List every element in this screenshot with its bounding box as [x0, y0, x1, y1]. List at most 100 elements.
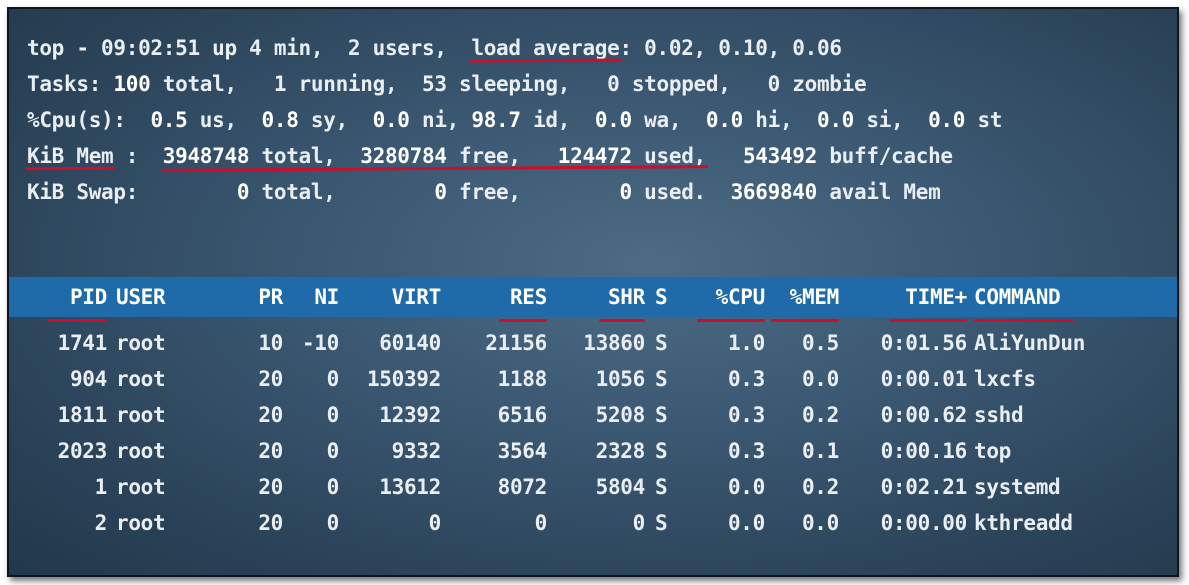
mem-cell: 0.2: [801, 403, 839, 427]
cpu-us: 0.5: [150, 108, 188, 132]
column-header-virt[interactable]: VIRT: [371, 277, 442, 317]
virt-cell: 9332: [391, 439, 442, 463]
column-header-s[interactable]: S: [655, 277, 673, 317]
swap-total: 0: [236, 180, 250, 204]
time-cell: 0:00.16: [880, 439, 968, 463]
pid-cell: 1: [94, 475, 108, 499]
shr-cell: 0: [632, 511, 646, 535]
mem-used-label: used,: [631, 144, 706, 168]
state-cell: S: [655, 367, 668, 391]
res-cell: 8072: [497, 475, 548, 499]
cpu-ni-label: ni,: [409, 108, 472, 132]
top-output: top - 09:02:51 up 4 min, 2 users, load a…: [9, 9, 1177, 575]
command-cell: kthreadd: [974, 511, 1073, 535]
cpu-si-label: si,: [854, 108, 929, 132]
memory-line: KiB Mem : 3948748 total, 3280784 free, 1…: [27, 139, 953, 173]
ni-cell: 0: [326, 475, 340, 499]
state-cell: S: [655, 511, 668, 535]
mem-cell: 0.0: [801, 511, 839, 535]
res-cell: 3564: [497, 439, 548, 463]
column-header-command[interactable]: COMMAND: [974, 277, 1074, 322]
state-cell: S: [655, 331, 668, 355]
cpu-ni: 0.0: [372, 108, 410, 132]
user-cell: root: [116, 331, 166, 355]
cpu-hi-label: hi,: [742, 108, 817, 132]
column-header-shr[interactable]: SHR: [599, 277, 645, 322]
mem-buff: 543492: [742, 144, 817, 168]
user-cell: root: [116, 403, 166, 427]
state-cell: S: [655, 475, 668, 499]
load-average-label: load average: [471, 31, 619, 65]
cpu-us-label: us,: [187, 108, 262, 132]
tasks-total: 100: [113, 72, 151, 96]
swap-free-label: free,: [446, 180, 620, 204]
pr-cell: 10: [258, 331, 283, 355]
column-header-pr[interactable]: PR: [247, 277, 283, 317]
pid-cell: 1741: [57, 331, 108, 355]
swap-free: 0: [434, 180, 447, 204]
res-cell: 0: [534, 511, 548, 535]
command-cell: lxcfs: [974, 367, 1036, 391]
cpu-sy-label: sy,: [298, 108, 373, 132]
cpu-id: 98.7: [471, 108, 521, 132]
column-header-pid[interactable]: PID: [47, 277, 107, 322]
virt-cell: 0: [428, 511, 442, 535]
mem-cell: 0.1: [801, 439, 839, 463]
cpu-cell: 0.3: [727, 439, 765, 463]
process-table-header: PID USER PR NI VIRT RES SHR S %CPU %MEM …: [9, 277, 1177, 322]
res-cell: 6516: [497, 403, 548, 427]
column-header-res[interactable]: RES: [499, 277, 547, 322]
mem-cell: 0.5: [801, 331, 839, 355]
res-cell: 1188: [497, 367, 548, 391]
time-cell: 0:00.01: [880, 367, 968, 391]
mem-cell: 0.2: [801, 475, 839, 499]
cpu-hi: 0.0: [705, 108, 743, 132]
command-cell: systemd: [974, 475, 1061, 499]
command-cell: AliYunDun: [974, 331, 1086, 355]
swap-avail-label: avail Mem: [817, 180, 941, 204]
cpu-st: 0.0: [928, 108, 966, 132]
mem-free-label: free,: [446, 144, 521, 168]
mem-buff-label: buff/cache: [817, 144, 953, 168]
mem-gap: [706, 144, 743, 168]
column-header-mem[interactable]: %MEM: [771, 277, 839, 322]
state-cell: S: [655, 439, 668, 463]
mem-gap: [521, 144, 558, 168]
time-cell: 0:02.21: [880, 475, 968, 499]
pid-cell: 2: [94, 511, 108, 535]
time-cell: 0:00.00: [880, 511, 968, 535]
terminal-window: top - 09:02:51 up 4 min, 2 users, load a…: [7, 7, 1179, 577]
mem-cell: 0.0: [801, 367, 839, 391]
time-cell: 0:01.56: [880, 331, 968, 355]
swap-line: KiB Swap: 0 total, 0 free, 0 used. 36698…: [27, 175, 941, 209]
mem-label: KiB Mem: [27, 139, 114, 173]
swap-label: KiB Swap:: [27, 180, 237, 204]
cpu-wa-label: wa,: [631, 108, 706, 132]
pid-cell: 904: [69, 367, 107, 391]
swap-total-label: total,: [249, 180, 435, 204]
column-header-cpu[interactable]: %CPU: [697, 277, 765, 322]
tasks-line: Tasks: 100 total, 1 running, 53 sleeping…: [27, 67, 867, 101]
load-average-values: : 0.02, 0.10, 0.06: [619, 36, 842, 60]
uptime-line: top - 09:02:51 up 4 min, 2 users, load a…: [27, 31, 842, 65]
ni-cell: 0: [326, 439, 340, 463]
time-cell: 0:00.62: [880, 403, 968, 427]
swap-avail: 3669840: [730, 180, 818, 204]
res-cell: 21156: [485, 331, 547, 355]
mem-free: 3280784: [360, 144, 447, 168]
cpu-wa: 0.0: [594, 108, 632, 132]
uptime-text: top - 09:02:51 up 4 min, 2 users,: [27, 36, 472, 60]
shr-cell: 13860: [583, 331, 645, 355]
mem-total: 3948748: [162, 144, 250, 168]
column-header-time[interactable]: TIME+: [889, 277, 967, 322]
pid-cell: 2023: [57, 439, 108, 463]
column-header-ni[interactable]: NI: [295, 277, 339, 317]
column-header-user[interactable]: USER: [116, 277, 186, 317]
user-cell: root: [116, 511, 166, 535]
cpu-sy: 0.8: [261, 108, 299, 132]
mem-total-group: 3948748 total, 3280784 free, 124472 used…: [163, 139, 706, 173]
ni-cell: 0: [326, 511, 340, 535]
ni-cell: -10: [301, 331, 339, 355]
command-cell: sshd: [974, 403, 1024, 427]
swap-used: 0: [619, 180, 633, 204]
